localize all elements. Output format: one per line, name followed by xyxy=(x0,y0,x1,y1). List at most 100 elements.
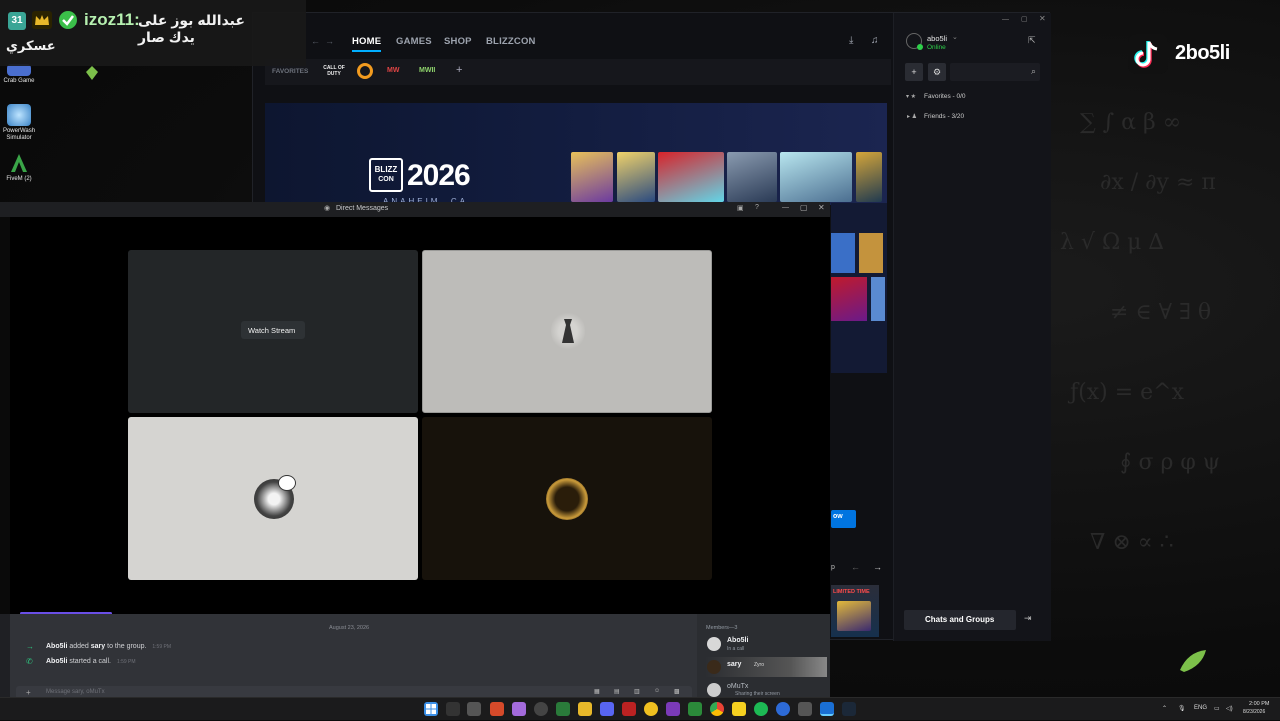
chevron-down-icon[interactable]: ⌄ xyxy=(952,33,958,41)
promo-card[interactable] xyxy=(856,152,882,202)
taskbar-app-icon[interactable] xyxy=(622,702,636,716)
tab-home[interactable]: HOME xyxy=(352,36,382,52)
taskbar: ⌃ 🎙 ENG ▭ ◁) 2:00 PM 8/23/2026 xyxy=(0,697,1280,720)
participant-tile[interactable] xyxy=(422,250,712,413)
discord-taskbar-icon[interactable] xyxy=(600,702,614,716)
add-group-button[interactable]: ⚙ xyxy=(928,63,946,81)
battlenet-taskbar-icon[interactable] xyxy=(820,702,834,716)
close-icon[interactable]: ✕ xyxy=(818,203,825,212)
taskbar-app-icon[interactable] xyxy=(732,702,746,716)
sticker-icon[interactable]: ▥ xyxy=(634,688,640,695)
minimize-icon[interactable]: — xyxy=(1002,16,1009,23)
fivem-taskbar-icon[interactable] xyxy=(688,702,702,716)
leaf-icon xyxy=(86,66,98,80)
carousel-next-icon[interactable]: → xyxy=(873,562,882,572)
start-button[interactable] xyxy=(424,702,438,716)
external-link-icon[interactable]: ⇱ xyxy=(1028,35,1036,46)
participant-tile[interactable] xyxy=(422,417,712,580)
tiktok-handle: 2bo5li xyxy=(1175,42,1230,64)
taskbar-app-icon[interactable] xyxy=(512,702,526,716)
close-icon[interactable]: ✕ xyxy=(1039,14,1046,23)
friends-section-toggle[interactable]: ▸ ♟ xyxy=(907,113,917,120)
promo-card[interactable] xyxy=(831,277,867,321)
promo-card[interactable] xyxy=(617,152,655,202)
download-icon[interactable]: ⤓ xyxy=(849,35,853,46)
clock-time[interactable]: 2:00 PM xyxy=(1249,701,1269,707)
desktop-icon-fivem[interactable]: FiveM (2) xyxy=(2,152,36,183)
clock-date[interactable]: 8/23/2026 xyxy=(1243,709,1265,715)
minimize-icon[interactable]: — xyxy=(782,204,789,211)
brave-icon[interactable] xyxy=(490,702,504,716)
help-icon[interactable]: ? xyxy=(755,204,759,211)
shop-link[interactable]: p xyxy=(831,564,835,571)
desktop-icon-powerwash[interactable]: PowerWash Simulator xyxy=(2,104,36,142)
taskbar-app-icon[interactable] xyxy=(534,702,548,716)
bell-icon[interactable]: ♫ xyxy=(871,35,879,46)
back-arrow-icon[interactable]: ← xyxy=(311,36,320,46)
favorite-game-overwatch[interactable]: OW xyxy=(357,63,373,79)
friends-section[interactable]: Friends - 3/20 xyxy=(924,113,964,120)
taskbar-app-icon[interactable] xyxy=(798,702,812,716)
maximize-icon[interactable]: ▢ xyxy=(800,203,808,212)
friend-search-input[interactable]: ⌕ xyxy=(950,63,1040,81)
gift-icon[interactable]: ▦ xyxy=(594,688,600,695)
limited-time-card[interactable]: LIMITED TIME xyxy=(831,585,879,637)
taskbar-app-icon[interactable] xyxy=(467,702,481,716)
xbox-icon[interactable] xyxy=(556,702,570,716)
volume-icon[interactable]: ◁) xyxy=(1226,705,1233,712)
plus-icon[interactable]: + xyxy=(26,688,31,697)
desktop-icon-crab-game[interactable]: Crab Game xyxy=(2,64,36,85)
inbox-icon[interactable]: ▣ xyxy=(737,204,744,212)
add-friend-button[interactable]: + xyxy=(905,63,923,81)
favorite-game-mw[interactable]: MW xyxy=(387,67,399,74)
tab-shop[interactable]: SHOP xyxy=(444,36,472,47)
steam-icon[interactable] xyxy=(842,702,856,716)
favorites-section[interactable]: Favorites - 0/0 xyxy=(924,93,966,100)
maximize-icon[interactable]: ▢ xyxy=(1021,15,1028,23)
member-name[interactable]: Abo5li xyxy=(727,637,748,644)
profile-name[interactable]: abo5li xyxy=(927,34,947,43)
favorites-section-toggle[interactable]: ▾ ★ xyxy=(906,93,916,100)
favorite-game-mwii[interactable]: MWII xyxy=(419,67,435,74)
watch-stream-button[interactable]: Watch Stream xyxy=(241,321,305,339)
tab-games[interactable]: GAMES xyxy=(396,36,432,47)
shop-button[interactable]: ow xyxy=(831,510,856,528)
emoji-icon[interactable]: ☺ xyxy=(654,688,660,694)
avatar[interactable] xyxy=(906,33,923,50)
chrome-icon[interactable] xyxy=(710,702,724,716)
member-name[interactable]: oMuTx xyxy=(727,683,748,690)
file-explorer-icon[interactable] xyxy=(578,702,592,716)
spotify-icon[interactable] xyxy=(754,702,768,716)
tiktok-icon xyxy=(1128,34,1168,74)
collapse-panel-icon[interactable]: ⇥ xyxy=(1024,613,1032,624)
gif-icon[interactable]: ▤ xyxy=(614,688,620,695)
apps-icon[interactable]: ▩ xyxy=(674,688,680,695)
promo-card[interactable] xyxy=(658,152,724,202)
stream-tile[interactable]: Watch Stream xyxy=(128,250,418,413)
chats-and-groups-button[interactable]: Chats and Groups xyxy=(904,610,1016,630)
taskbar-app-icon[interactable] xyxy=(776,702,790,716)
member-name[interactable]: sary xyxy=(727,661,741,668)
promo-card[interactable] xyxy=(727,152,777,202)
member-row-highlight[interactable] xyxy=(705,657,827,677)
avatar xyxy=(707,660,721,674)
microphone-icon[interactable]: 🎙 xyxy=(1178,705,1186,712)
participant-tile[interactable] xyxy=(128,417,418,580)
tab-blizzcon[interactable]: BLIZZCON xyxy=(486,36,536,47)
language-indicator[interactable]: ENG xyxy=(1194,705,1207,711)
favorite-game-cod[interactable]: CALL OF DUTY xyxy=(323,65,345,77)
promo-card[interactable] xyxy=(571,152,613,202)
add-favorite-icon[interactable]: + xyxy=(456,64,462,76)
promo-card[interactable] xyxy=(780,152,852,202)
crown-icon xyxy=(32,11,52,29)
taskbar-app-icon[interactable] xyxy=(666,702,680,716)
taskbar-app-icon[interactable] xyxy=(644,702,658,716)
background-scribble: ≠ ∈ ∀ ∃ θ xyxy=(1110,300,1212,325)
network-icon[interactable]: ▭ xyxy=(1214,705,1220,712)
carousel-prev-icon[interactable]: ← xyxy=(851,562,860,572)
forward-arrow-icon[interactable]: → xyxy=(325,36,334,46)
fivem-icon xyxy=(7,152,31,174)
chat-message: عبدالله بوز على يدك صار xyxy=(138,12,245,45)
chevron-up-icon[interactable]: ⌃ xyxy=(1162,705,1167,712)
taskbar-app-icon[interactable] xyxy=(446,702,460,716)
